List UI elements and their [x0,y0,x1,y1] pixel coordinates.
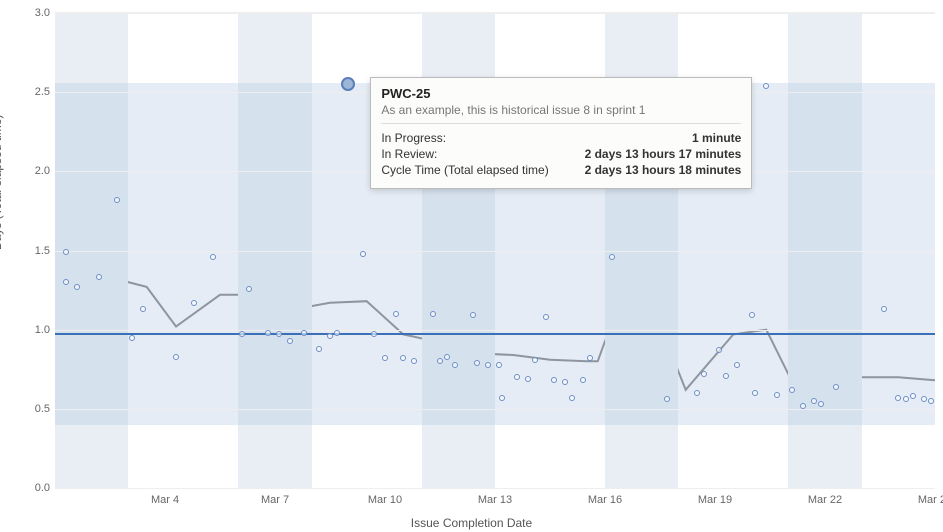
y-tick-label: 0.0 [15,482,50,494]
data-point[interactable] [774,392,780,398]
data-point[interactable] [811,398,817,404]
tooltip-table: In Progress:1 minuteIn Review:2 days 13 … [381,130,741,178]
x-tick-label: Mar 19 [698,494,732,506]
x-tick-label: Mar 16 [588,494,622,506]
data-point[interactable] [287,338,293,344]
data-point[interactable] [734,362,740,368]
x-axis-label: Issue Completion Date [0,516,943,530]
data-point[interactable] [430,311,436,317]
data-point[interactable] [265,330,271,336]
cycle-time-chart: Days (Total elapsed time) 0.0 0.5 1.0 1.5 2.… [0,0,943,532]
data-point[interactable] [833,384,839,390]
data-point[interactable] [74,284,80,290]
y-tick-label: 1.5 [15,245,50,257]
data-point[interactable] [903,396,909,402]
issue-tooltip: PWC-25 As an example, this is historical… [370,77,752,189]
data-point[interactable] [316,346,322,352]
y-tick-label: 3.0 [15,7,50,19]
data-point[interactable] [474,360,480,366]
data-point[interactable] [789,387,795,393]
y-axis-label: Days (Total elapsed time) [0,115,4,250]
data-point[interactable] [485,362,491,368]
data-point[interactable] [716,347,722,353]
x-tick-label: Mar 4 [151,494,179,506]
data-point[interactable] [444,354,450,360]
data-point[interactable] [694,390,700,396]
data-point[interactable] [496,362,502,368]
data-point[interactable] [360,251,366,257]
x-tick-label: Mar 25 [918,494,943,506]
data-point[interactable] [393,311,399,317]
tooltip-row: In Progress:1 minute [381,130,741,146]
data-point[interactable] [327,333,333,339]
tooltip-row: Cycle Time (Total elapsed time)2 days 13… [381,162,741,178]
data-point[interactable] [129,335,135,341]
x-tick-label: Mar 22 [808,494,842,506]
y-tick-label: 0.5 [15,403,50,415]
data-point[interactable] [881,306,887,312]
tooltip-title: PWC-25 [381,86,741,101]
data-point[interactable] [569,395,575,401]
data-point[interactable] [173,354,179,360]
tooltip-description: As an example, this is historical issue … [381,103,741,117]
data-point[interactable] [800,403,806,409]
y-tick-label: 1.0 [15,324,50,336]
data-point[interactable] [701,371,707,377]
mean-line [55,333,935,335]
tooltip-row: In Review:2 days 13 hours 17 minutes [381,146,741,162]
y-tick-label: 2.0 [15,165,50,177]
data-point[interactable] [723,373,729,379]
data-point[interactable] [210,254,216,260]
data-point[interactable] [525,376,531,382]
data-point[interactable] [551,377,557,383]
data-point[interactable] [562,379,568,385]
y-tick-label: 2.5 [15,86,50,98]
x-tick-label: Mar 7 [261,494,289,506]
data-point[interactable] [246,286,252,292]
data-point[interactable] [452,362,458,368]
x-tick-label: Mar 13 [478,494,512,506]
x-tick-label: Mar 10 [368,494,402,506]
